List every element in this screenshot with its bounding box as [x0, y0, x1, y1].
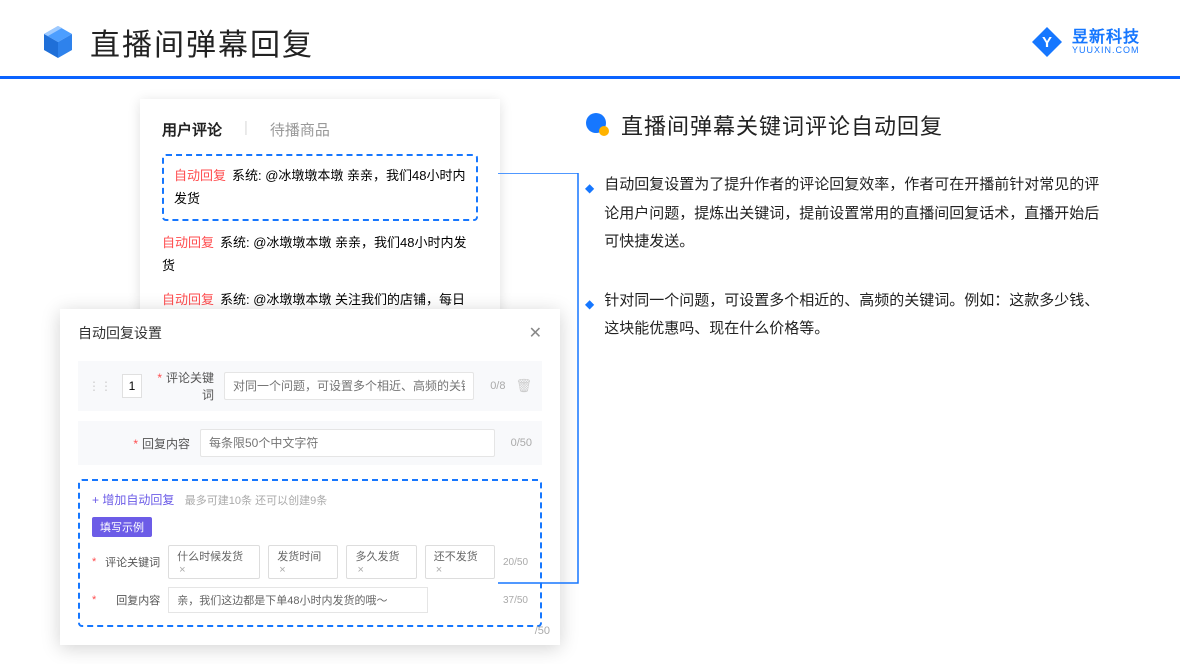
example-pill: 填写示例 — [92, 517, 152, 537]
brand-logo: Y 昱新科技 YUUXIN.COM — [1030, 25, 1140, 59]
add-hint: 最多可建10条 还可以创建9条 — [185, 495, 327, 507]
tab-divider: | — [244, 119, 248, 140]
svg-text:Y: Y — [1042, 34, 1052, 51]
ex-keyword-label: 评论关键词 — [104, 554, 160, 570]
auto-reply-row: 自动回复系统: @冰墩墩本墩 亲亲，我们48小时内发货 — [162, 231, 478, 278]
auto-reply-badge: 自动回复 — [174, 168, 226, 183]
example-tag[interactable]: 发货时间× — [268, 545, 338, 579]
add-auto-reply-link[interactable]: + 增加自动回复 — [92, 493, 174, 507]
ex-content-counter: 37/50 — [503, 595, 528, 606]
auto-reply-settings-card: 自动回复设置 ✕ ⋮⋮ 1 *评论关键词 0/8 🗑 *回复内容 0/50 + … — [60, 309, 560, 645]
delete-icon[interactable]: 🗑 — [515, 378, 532, 394]
rule-index: 1 — [122, 374, 142, 398]
close-icon[interactable]: ✕ — [529, 323, 542, 343]
tab-pending-goods[interactable]: 待播商品 — [270, 119, 330, 140]
example-tag[interactable]: 多久发货× — [346, 545, 416, 579]
keyword-input[interactable] — [224, 372, 474, 400]
example-tag[interactable]: 什么时候发货× — [168, 545, 260, 579]
auto-reply-row-highlighted: 自动回复系统: @冰墩墩本墩 亲亲，我们48小时内发货 — [162, 154, 478, 221]
bullet-text: 自动回复设置为了提升作者的评论回复效率，作者可在开播前针对常见的评论用户问题，提… — [604, 171, 1105, 257]
settings-title: 自动回复设置 — [78, 323, 162, 343]
content-label: 回复内容 — [142, 437, 190, 451]
tab-user-comments[interactable]: 用户评论 — [162, 119, 222, 140]
section-title: 直播间弹幕关键词评论自动回复 — [621, 109, 943, 141]
bullet-icon: ◆ — [585, 293, 594, 344]
content-input[interactable] — [200, 429, 495, 457]
chat-bubble-icon — [585, 112, 611, 138]
auto-reply-badge: 自动回复 — [162, 235, 214, 250]
example-tag[interactable]: 还不发货× — [425, 545, 495, 579]
example-panel: + 增加自动回复 最多可建10条 还可以创建9条 填写示例 * 评论关键词 什么… — [78, 479, 542, 627]
cube-icon — [40, 24, 76, 60]
brand-domain: YUUXIN.COM — [1072, 46, 1140, 55]
keyword-label: 评论关键词 — [166, 371, 214, 402]
content-counter: 0/50 — [511, 437, 532, 449]
ex-content-label: 回复内容 — [104, 592, 160, 608]
keyword-counter: 0/8 — [490, 380, 505, 392]
page-title: 直播间弹幕回复 — [90, 20, 314, 64]
bullet-icon: ◆ — [585, 177, 594, 257]
bottom-counter: /50 — [535, 625, 550, 637]
drag-handle-icon[interactable]: ⋮⋮ — [88, 379, 112, 393]
ex-keyword-counter: 20/50 — [503, 557, 528, 568]
auto-reply-badge: 自动回复 — [162, 292, 214, 307]
ex-content-value[interactable]: 亲，我们这边都是下单48小时内发货的哦～ — [168, 587, 428, 613]
bullet-text: 针对同一个问题，可设置多个相近的、高频的关键词。例如：这款多少钱、这块能优惠吗、… — [604, 287, 1105, 344]
brand-name: 昱新科技 — [1072, 30, 1140, 46]
